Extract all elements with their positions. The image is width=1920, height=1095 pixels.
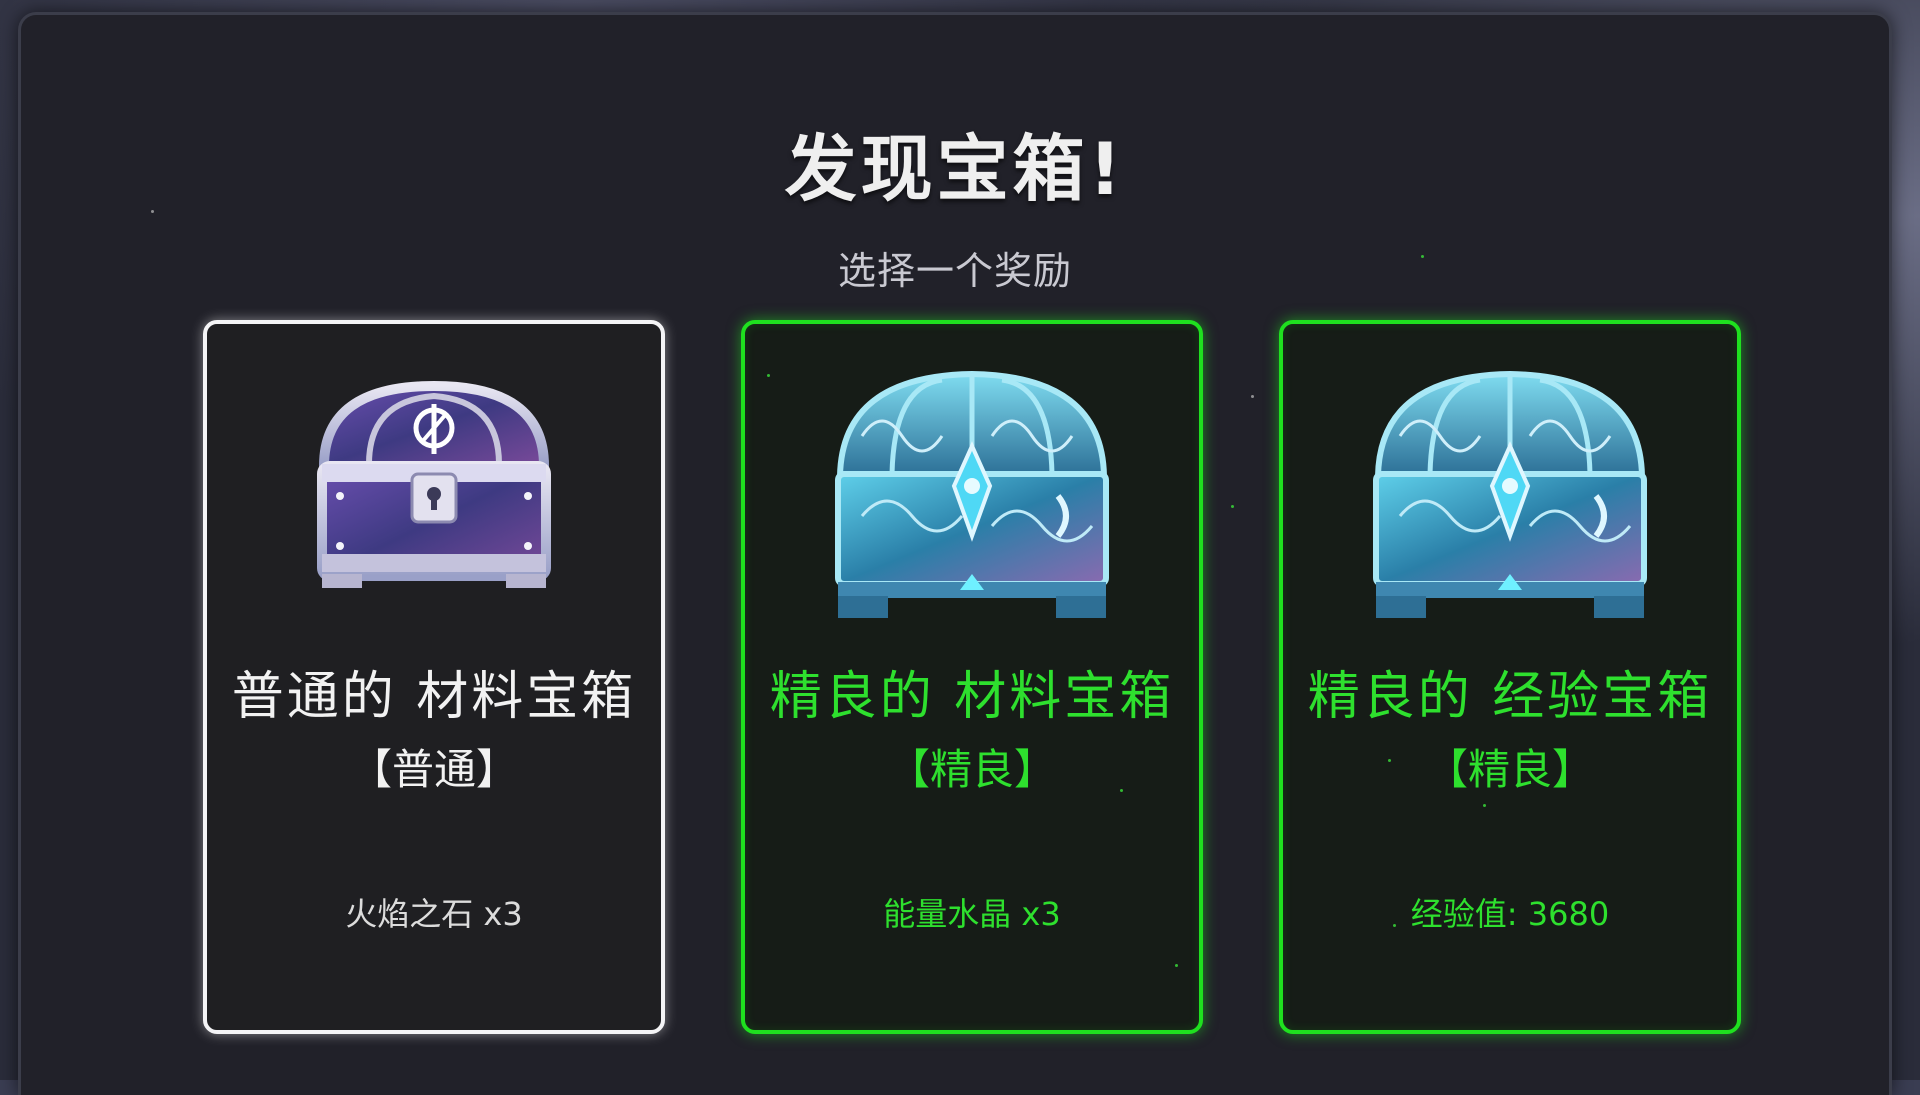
card-title: 精良的 经验宝箱 [1307, 667, 1713, 727]
card-title: 普通的 材料宝箱 [231, 667, 637, 727]
sparkle-particle [1175, 964, 1178, 967]
rarity-label: 【精良】 [887, 745, 1056, 794]
sparkle-particle [1120, 789, 1123, 792]
sparkle-particle [1388, 759, 1391, 762]
rarity-label: 【普通】 [349, 745, 518, 794]
sparkle-particle [151, 210, 154, 213]
fine-chest-icon [1373, 370, 1647, 618]
dialog-subtitle: 选择一个奖励 [837, 249, 1072, 293]
sparkle-particle [1483, 804, 1486, 807]
chest-reward-dialog: 发现宝箱! 选择一个奖励 普通的 材料宝箱 【普通】 火焰之石 x3 精良的 材… [18, 12, 1892, 1095]
dialog-title: 发现宝箱! [784, 127, 1126, 211]
common-chest-icon [317, 380, 551, 588]
sparkle-particle [1231, 505, 1234, 508]
reward-card-fine-experience[interactable]: 精良的 经验宝箱 【精良】 经验值: 3680 [1279, 320, 1741, 1034]
reward-card-fine-material[interactable]: 精良的 材料宝箱 【精良】 能量水晶 x3 [741, 320, 1203, 1034]
reward-text: 能量水晶 x3 [883, 895, 1061, 933]
sparkle-particle [1393, 924, 1396, 927]
sparkle-particle [1251, 395, 1254, 398]
reward-card-common-material[interactable]: 普通的 材料宝箱 【普通】 火焰之石 x3 [203, 320, 665, 1034]
sparkle-particle [767, 374, 770, 377]
rarity-label: 【精良】 [1425, 745, 1594, 794]
sparkle-particle [1421, 255, 1424, 258]
reward-text: 火焰之石 x3 [345, 895, 523, 933]
card-title: 精良的 材料宝箱 [769, 667, 1175, 727]
fine-chest-icon [835, 370, 1109, 618]
reward-text: 经验值: 3680 [1410, 895, 1610, 933]
